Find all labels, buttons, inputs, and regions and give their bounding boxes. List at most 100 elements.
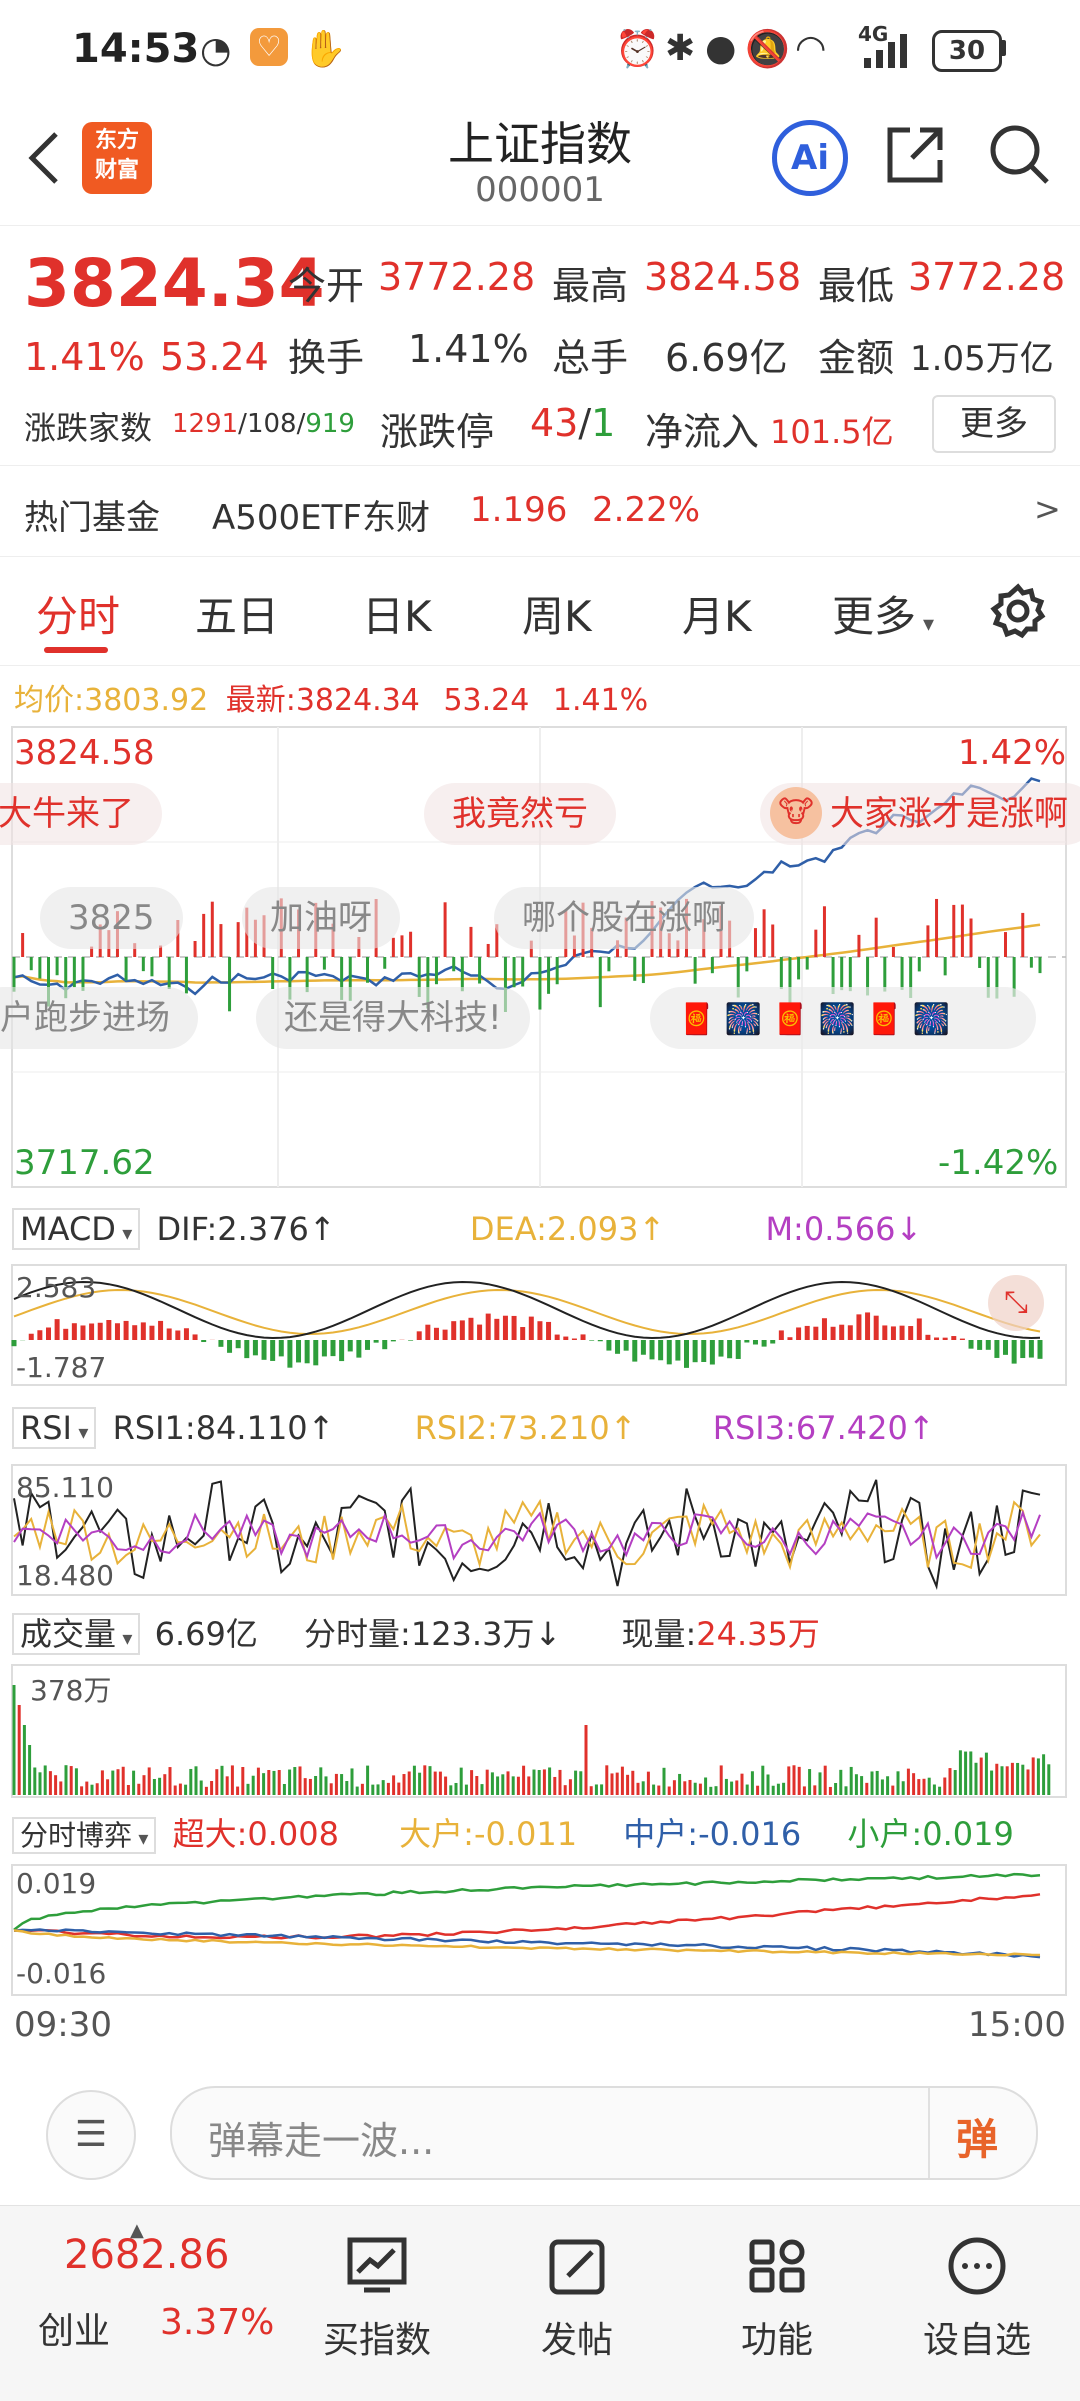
- danmu-bubble[interactable]: 加油呀: [242, 887, 400, 949]
- index-ticker[interactable]: 2682.86: [64, 2232, 229, 2278]
- up-count: 1291: [172, 409, 239, 439]
- danmu-text: 大家涨才是涨啊: [830, 794, 1068, 834]
- input-divider: [928, 2088, 930, 2178]
- rsi-3: RSI3:67.420↑: [712, 1409, 935, 1447]
- flow-name: 分时博弈: [20, 1819, 133, 1852]
- caret-down-icon: ▾: [916, 612, 935, 637]
- flat-count: 108: [246, 409, 297, 439]
- status-bar: 14:53 ◔ ♡ ✋ ⏰ ✱ ● 🔕 ◠ 4G 30: [0, 0, 1080, 100]
- tab-intraday[interactable]: 分时: [36, 583, 120, 644]
- functions-button[interactable]: 功能: [712, 2236, 842, 2363]
- macd-dea: DEA:2.093↑: [469, 1210, 666, 1248]
- volume-group: [12, 1685, 1051, 1795]
- add-watchlist-button[interactable]: 设自选: [912, 2236, 1042, 2363]
- fund-name: A500ETF东财: [212, 498, 430, 538]
- tab-five-day[interactable]: 五日: [195, 583, 279, 644]
- pct-top-label: 1.42%: [958, 733, 1067, 773]
- active-tab-indicator: [44, 647, 108, 653]
- share-icon[interactable]: [880, 120, 950, 190]
- low-label: 最低: [818, 264, 895, 308]
- rsi-group: [13, 1479, 1041, 1590]
- volume-value: 6.69亿: [665, 336, 788, 380]
- index-value: 2682.86: [64, 2232, 230, 2278]
- more-quote-button[interactable]: 更多: [932, 395, 1056, 453]
- status-time: 14:53: [72, 26, 200, 72]
- tab-weekly-k[interactable]: 周K: [522, 583, 592, 644]
- quote-panel: 3824.34 1.41% 53.24 今开 3772.28 最高 3824.5…: [0, 225, 1080, 465]
- danmu-bubble[interactable]: 我竟然亏: [424, 783, 616, 845]
- limit-label: 涨跌停: [380, 410, 495, 454]
- danmu-bubble[interactable]: 户跑步进场: [0, 987, 198, 1049]
- flow-m: 中户:-0.016: [623, 1815, 802, 1853]
- send-danmu-button[interactable]: 弹: [956, 2106, 998, 2167]
- turnover-label: 换手: [288, 336, 365, 380]
- open-value: 3772.28: [378, 255, 536, 299]
- rsi-bottom-label: 18.480: [16, 1559, 114, 1592]
- danmu-bubble[interactable]: 哪个股在涨啊: [494, 887, 754, 949]
- danmu-bubble-with-avatar[interactable]: 🐮 大家涨才是涨啊: [760, 783, 1080, 845]
- tab-monthly-k[interactable]: 月K: [682, 583, 752, 644]
- add-watchlist-label: 设自选: [922, 2320, 1031, 2361]
- comment-input[interactable]: 弹幕走一波...: [208, 2110, 434, 2165]
- inflow-label: 净流入: [645, 410, 760, 454]
- period-volume-label: 分时量:: [304, 1615, 411, 1653]
- flow-l: 大户:-0.011: [399, 1815, 578, 1853]
- breadth-values: 1291/108/919: [172, 409, 355, 439]
- collapse-arrows-icon[interactable]: ⤡: [988, 1275, 1044, 1331]
- battery-level: 30: [948, 36, 986, 66]
- chart-area[interactable]: 均价:3803.92 最新:3824.34 53.24 1.41% 3824.5…: [0, 665, 1080, 2045]
- ai-label: Ai: [791, 138, 829, 178]
- hot-fund-bar[interactable]: 热门基金 A500ETF东财 1.196 2.22% >: [0, 465, 1080, 557]
- price-bottom-label: 3717.62: [14, 1143, 155, 1183]
- macd-name: MACD: [20, 1210, 116, 1248]
- battery-icon: 30: [932, 30, 1002, 72]
- breadth-label: 涨跌家数: [24, 409, 153, 447]
- tab-daily-k[interactable]: 日K: [362, 583, 432, 644]
- turnover-value: 1.41%: [408, 327, 529, 371]
- fund-price: 1.196: [470, 490, 568, 530]
- macd-m: M:0.566↓: [765, 1210, 923, 1248]
- danmu-bubble[interactable]: 大牛来了: [0, 783, 162, 845]
- flow-line-2: [13, 1893, 1041, 1940]
- functions-label: 功能: [740, 2320, 813, 2361]
- limit-up: 43: [530, 401, 579, 445]
- flow-selector[interactable]: 分时博弈 ▾: [12, 1817, 157, 1854]
- speed-icon: ◔: [200, 30, 232, 71]
- post-button[interactable]: 发帖: [512, 2236, 642, 2363]
- flow-s: 小户:0.019: [847, 1815, 1014, 1853]
- ai-button[interactable]: Ai: [772, 120, 848, 196]
- tab-more[interactable]: 更多 ▾: [832, 583, 934, 644]
- macd-bottom-label: -1.787: [16, 1351, 107, 1384]
- flow-line-1: [13, 1872, 1041, 1931]
- high-label: 最高: [552, 264, 629, 308]
- danmu-settings-icon[interactable]: ☰: [46, 2090, 136, 2180]
- fund-label: 热门基金: [24, 498, 160, 538]
- rsi-1: RSI1:84.110↑: [112, 1409, 335, 1447]
- volume-total: 6.69亿: [154, 1615, 258, 1653]
- buy-index-button[interactable]: 买指数: [312, 2236, 442, 2363]
- price-top-label: 3824.58: [14, 733, 155, 773]
- search-icon[interactable]: [985, 120, 1055, 190]
- low-value: 3772.28: [908, 255, 1066, 299]
- period-volume: 123.3万↓: [410, 1615, 562, 1653]
- more-dots-icon: [948, 2237, 1006, 2295]
- fortune-stickers[interactable]: 🧧 🎆 🧧 🎆 🧧 🎆: [650, 987, 1036, 1049]
- macd-group: [11, 1280, 1043, 1368]
- macd-selector[interactable]: MACD ▾: [12, 1208, 141, 1250]
- chart-up-icon: [347, 2237, 407, 2293]
- macd-top-label: 2.583: [16, 1271, 97, 1304]
- rsi-selector[interactable]: RSI ▾: [12, 1407, 97, 1449]
- wifi-icon: ◠: [795, 28, 827, 69]
- macd-dif: DIF:2.376↑: [156, 1210, 336, 1248]
- settings-gear-icon[interactable]: [990, 583, 1046, 639]
- nav-bar: 东方财富 上证指数 000001 Ai: [0, 100, 1080, 226]
- danmu-bubble[interactable]: 3825: [40, 887, 183, 949]
- amount-label: 金额: [818, 336, 895, 380]
- now-volume-label: 现量:: [621, 1615, 697, 1653]
- comment-input-box[interactable]: 弹幕走一波... 弹: [170, 2086, 1038, 2180]
- limit-values: 43/1: [530, 401, 616, 445]
- danmu-bubble[interactable]: 还是得大科技!: [256, 987, 530, 1049]
- volume-selector[interactable]: 成交量 ▾: [12, 1613, 141, 1655]
- fortune-icon: 🧧 🎆 🧧 🎆 🧧 🎆: [678, 1002, 950, 1037]
- bluetooth-icon: ✱: [665, 28, 696, 69]
